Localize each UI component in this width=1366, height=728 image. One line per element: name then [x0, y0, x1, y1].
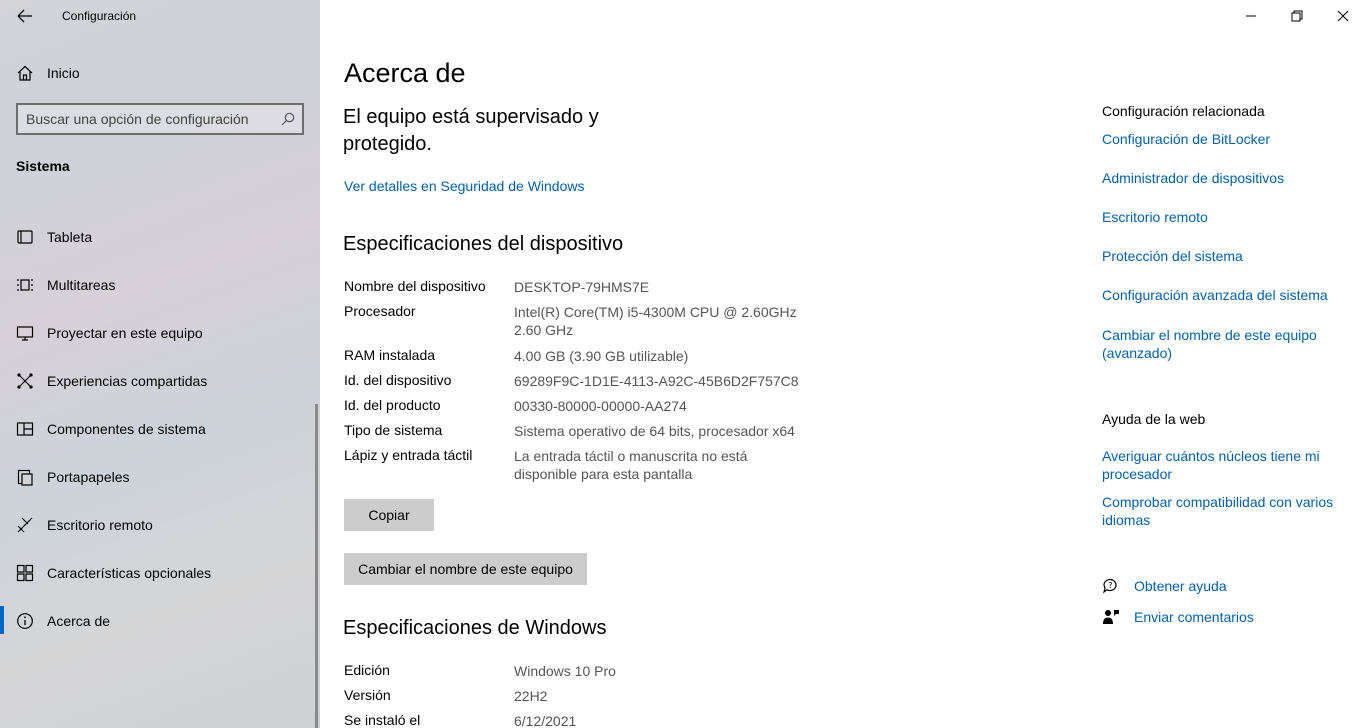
- get-help-link[interactable]: ? Obtener ayuda: [1102, 576, 1342, 598]
- sidebar-item-label: Experiencias compartidas: [47, 373, 208, 389]
- close-button[interactable]: [1320, 0, 1366, 32]
- sidebar-item-label: Proyectar en este equipo: [47, 325, 203, 341]
- sidebar-item-label: Acerca de: [47, 613, 111, 629]
- spec-value: 22H2: [514, 688, 548, 704]
- spec-value: DESKTOP-79HMS7E: [514, 279, 650, 295]
- sidebar-item-label: Portapapeles: [47, 469, 130, 485]
- optional-features-icon: [16, 564, 34, 582]
- multitask-icon: [17, 279, 33, 291]
- restore-icon: [1291, 10, 1303, 22]
- section-title: Sistema: [16, 158, 70, 174]
- search-icon[interactable]: [280, 111, 296, 127]
- cores-help-link[interactable]: Averiguar cuántos núcleos tiene mi proce…: [1102, 447, 1338, 483]
- remote-desktop-icon: [17, 517, 33, 533]
- sidebar-item-label: Escritorio remoto: [47, 517, 153, 533]
- nav-list: Tableta Multitareas Proyectar en este eq…: [0, 220, 320, 652]
- sidebar-item-optional-features[interactable]: Características opcionales: [0, 556, 320, 604]
- spec-value: 00330-80000-00000-AA274: [514, 398, 687, 414]
- main-content: Acerca de El equipo está supervisado y p…: [320, 0, 1366, 728]
- bitlocker-link[interactable]: Configuración de BitLocker: [1102, 130, 1342, 148]
- spec-value: Sistema operativo de 64 bits, procesador…: [514, 423, 795, 439]
- spec-value: 4.00 GB (3.90 GB utilizable): [514, 348, 689, 364]
- restore-button[interactable]: [1274, 0, 1320, 32]
- feedback-icon: [1103, 610, 1119, 624]
- copy-button[interactable]: Copiar: [344, 499, 434, 531]
- back-arrow-icon: [17, 9, 32, 23]
- spec-key: Tipo de sistema: [344, 422, 443, 438]
- get-help-label: Obtener ayuda: [1134, 578, 1227, 594]
- info-icon: [17, 613, 33, 629]
- sidebar-item-clipboard[interactable]: Portapapeles: [0, 460, 320, 508]
- svg-text:?: ?: [1108, 581, 1112, 590]
- send-feedback-label: Enviar comentarios: [1134, 609, 1254, 625]
- web-help-title: Ayuda de la web: [1102, 411, 1206, 427]
- spec-value: 69289F9C-1D1E-4113-A92C-45B6D2F757C8: [514, 373, 799, 389]
- spec-value-line: 2.60 GHz: [514, 322, 574, 338]
- spec-key: Versión: [344, 687, 391, 703]
- title-bar: Configuración: [0, 0, 320, 32]
- spec-key: Edición: [344, 662, 390, 678]
- sidebar-item-multitask[interactable]: Multitareas: [0, 268, 320, 316]
- sidebar-item-label: Tableta: [47, 229, 93, 245]
- protection-status: El equipo está supervisado y protegido.: [343, 106, 599, 155]
- spec-key: Id. del dispositivo: [344, 372, 452, 388]
- sidebar-item-about[interactable]: Acerca de: [0, 604, 320, 652]
- languages-help-link[interactable]: Comprobar compatibilidad con varios idio…: [1102, 493, 1342, 529]
- system-protection-link[interactable]: Protección del sistema: [1102, 247, 1342, 265]
- rename-pc-button[interactable]: Cambiar el nombre de este equipo: [344, 553, 587, 585]
- spec-key: Procesador: [344, 303, 416, 319]
- spec-key: Lápiz y entrada táctil: [344, 447, 473, 463]
- sidebar-item-remote-desktop[interactable]: Escritorio remoto: [0, 508, 320, 556]
- page-title: Acerca de: [344, 58, 466, 88]
- search-input[interactable]: [26, 105, 276, 133]
- advanced-system-settings-link[interactable]: Configuración avanzada del sistema: [1102, 286, 1342, 304]
- search-box[interactable]: [16, 103, 304, 135]
- sidebar-item-label: Características opcionales: [47, 565, 212, 581]
- sidebar-scrollbar[interactable]: [315, 404, 318, 728]
- spec-key: RAM instalada: [344, 347, 436, 363]
- spec-value: Windows 10 Pro: [514, 663, 616, 679]
- device-specs-title: Especificaciones del dispositivo: [343, 233, 624, 255]
- tablet-icon: [17, 230, 33, 244]
- sidebar-item-project[interactable]: Proyectar en este equipo: [0, 316, 320, 364]
- spec-value: Intel(R) Core(TM) i5-4300M CPU @ 2.60GHz…: [514, 303, 804, 339]
- close-icon: [1337, 10, 1349, 22]
- spec-value-line: disponible para esta pantalla: [514, 466, 693, 482]
- help-chat-icon: ?: [1102, 578, 1117, 594]
- spec-value: 6/12/2021: [514, 713, 577, 728]
- nav-home[interactable]: Inicio: [0, 58, 320, 88]
- remote-desktop-link[interactable]: Escritorio remoto: [1102, 208, 1342, 226]
- windows-specs-title: Especificaciones de Windows: [343, 617, 607, 639]
- spec-value: La entrada táctil o manuscrita no está d…: [514, 447, 804, 483]
- sidebar-item-label: Componentes de sistema: [47, 421, 206, 437]
- components-icon: [16, 422, 34, 436]
- home-icon: [17, 65, 33, 81]
- minimize-button[interactable]: [1228, 0, 1274, 32]
- send-feedback-link[interactable]: Enviar comentarios: [1102, 607, 1342, 629]
- spec-key: Id. del producto: [344, 397, 441, 413]
- related-settings-title: Configuración relacionada: [1102, 103, 1265, 119]
- sidebar-item-label: Multitareas: [47, 277, 116, 293]
- shared-icon: [17, 373, 33, 389]
- project-icon: [16, 326, 34, 341]
- rename-pc-advanced-link[interactable]: Cambiar el nombre de este equipo (avanza…: [1102, 326, 1332, 362]
- spec-value-line: La entrada táctil o manuscrita no está: [514, 448, 748, 464]
- back-button[interactable]: [14, 6, 36, 26]
- sidebar-item-shared[interactable]: Experiencias compartidas: [0, 364, 320, 412]
- device-manager-link[interactable]: Administrador de dispositivos: [1102, 169, 1342, 187]
- app-title: Configuración: [62, 9, 137, 23]
- spec-value-line: Intel(R) Core(TM) i5-4300M CPU @ 2.60GHz: [514, 304, 797, 320]
- minimize-icon: [1246, 15, 1256, 17]
- spec-key: Nombre del dispositivo: [344, 278, 486, 294]
- sidebar: Configuración Inicio Sistema Tableta: [0, 0, 320, 728]
- security-details-link[interactable]: Ver detalles en Seguridad de Windows: [344, 178, 584, 194]
- clipboard-icon: [17, 469, 33, 486]
- spec-key: Se instaló el: [344, 712, 421, 728]
- active-indicator: [0, 606, 4, 634]
- sidebar-item-tablet[interactable]: Tableta: [0, 220, 320, 268]
- window-controls: [1226, 0, 1366, 32]
- nav-home-label: Inicio: [47, 65, 80, 81]
- sidebar-item-components[interactable]: Componentes de sistema: [0, 412, 320, 460]
